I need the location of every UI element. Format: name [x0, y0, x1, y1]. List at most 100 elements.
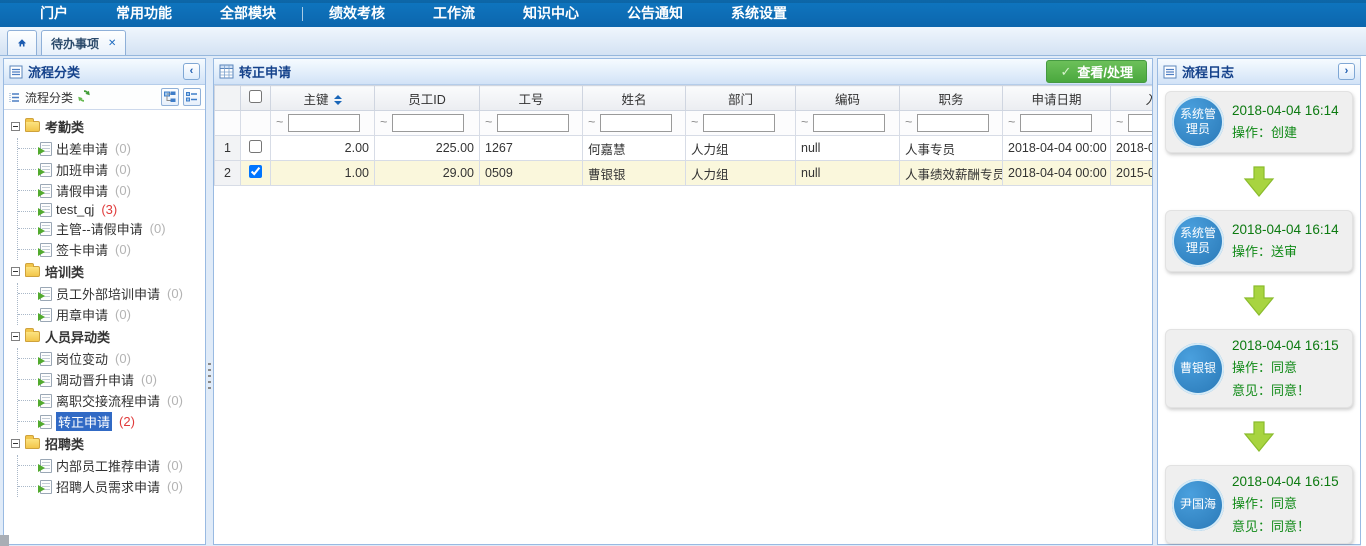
cell: 何嘉慧 — [583, 136, 686, 161]
filter-input-5[interactable] — [813, 114, 885, 132]
refresh-icon[interactable] — [77, 89, 91, 106]
tree-item[interactable]: 离职交接流程申请(0) — [18, 390, 203, 411]
log-action-line: 意见：同意！ — [1232, 380, 1346, 399]
column-header[interactable]: 编码 — [796, 86, 900, 111]
collapse-minus-icon[interactable] — [11, 267, 20, 276]
process-tree: 考勤类出差申请(0)加班申请(0)请假申请(0)test_qj(3)主管--请假… — [4, 110, 205, 502]
select-all-checkbox[interactable] — [249, 90, 262, 103]
document-arrow-icon — [40, 308, 52, 322]
log-action-line: 操作：送审 — [1232, 241, 1346, 260]
cell: 1267 — [480, 136, 583, 161]
column-header[interactable]: 工号 — [480, 86, 583, 111]
process-category-panel: 流程分类 ‹ 流程分类 — [3, 58, 206, 545]
filter-input-8[interactable] — [1128, 114, 1152, 132]
document-arrow-icon — [40, 222, 52, 236]
header-row: 主键员工ID 工号 姓名部门编码职务申请日期 入职日期 — [215, 86, 1153, 111]
column-header-label: 工号 — [518, 93, 543, 107]
tree-children: 员工外部培训申请(0)用章申请(0) — [17, 283, 203, 325]
home-icon — [17, 36, 27, 50]
column-header[interactable]: 员工ID — [375, 86, 480, 111]
arrow-down-icon — [1242, 285, 1276, 316]
tree-item[interactable]: 签卡申请(0) — [18, 239, 203, 260]
tree-item[interactable]: 内部员工推荐申请(0) — [18, 455, 203, 476]
table-row[interactable]: 21.0029.000509曹银银人力组null人事绩效薪酬专员2018-04-… — [215, 161, 1153, 186]
document-arrow-icon — [40, 287, 52, 301]
tree-item-label: 内部员工推荐申请 — [56, 456, 160, 475]
column-header[interactable]: 主键 — [271, 86, 375, 111]
nav-item-0[interactable]: 门户 — [16, 0, 92, 27]
collapse-minus-icon[interactable] — [11, 332, 20, 341]
column-header[interactable]: 部门 — [686, 86, 796, 111]
filter-range-label: ~ — [380, 115, 387, 129]
filter-input-3[interactable] — [600, 114, 672, 132]
tree-category[interactable]: 招聘类 — [6, 432, 203, 455]
nav-item-2[interactable]: 全部模块 — [196, 0, 300, 27]
column-header-label: 入职日期 — [1145, 93, 1152, 107]
row-number: 1 — [215, 136, 241, 161]
tree-item[interactable]: 调动晋升申请(0) — [18, 369, 203, 390]
collapse-left-icon[interactable]: ‹ — [183, 63, 200, 80]
tree-item-label: 签卡申请 — [56, 240, 108, 259]
tree-category[interactable]: 人员异动类 — [6, 325, 203, 348]
tab-todo-items[interactable]: 待办事项 ✕ — [41, 30, 126, 55]
filter-input-0[interactable] — [288, 114, 360, 132]
tree-item[interactable]: 请假申请(0) — [18, 180, 203, 201]
tree-item[interactable]: 加班申请(0) — [18, 159, 203, 180]
cell: 人力组 — [686, 161, 796, 186]
nav-item-7[interactable]: 系统设置 — [707, 0, 811, 27]
collapse-minus-icon[interactable] — [11, 439, 20, 448]
row-checkbox[interactable] — [249, 140, 262, 153]
tree-item[interactable]: test_qj(3) — [18, 201, 203, 218]
log-step-separator — [1165, 408, 1353, 465]
collapse-tree-icon[interactable] — [183, 88, 201, 106]
filter-input-4[interactable] — [703, 114, 775, 132]
tree-category[interactable]: 考勤类 — [6, 115, 203, 138]
collapse-right-icon[interactable]: › — [1338, 63, 1355, 80]
tree-item[interactable]: 转正申请(2) — [18, 411, 203, 432]
filter-input-1[interactable] — [392, 114, 464, 132]
document-arrow-icon — [40, 352, 52, 366]
expand-tree-icon[interactable] — [161, 88, 179, 106]
tree-item[interactable]: 招聘人员需求申请(0) — [18, 476, 203, 497]
item-count-badge: (0) — [115, 183, 131, 198]
collapse-minus-icon[interactable] — [11, 122, 20, 131]
cell: 2018-04-04 00:00 — [1003, 136, 1111, 161]
nav-item-6[interactable]: 公告通知 — [603, 0, 707, 27]
tab-label: 待办事项 — [51, 35, 99, 52]
avatar: 系统管理员 — [1172, 215, 1224, 267]
tree-item[interactable]: 用章申请(0) — [18, 304, 203, 325]
panel-splitter[interactable] — [206, 58, 213, 545]
filter-input-6[interactable] — [917, 114, 989, 132]
filter-input-7[interactable] — [1020, 114, 1092, 132]
tree-item[interactable]: 员工外部培训申请(0) — [18, 283, 203, 304]
resize-grip[interactable] — [0, 535, 9, 546]
nav-item-5[interactable]: 知识中心 — [499, 0, 603, 27]
column-header[interactable]: 申请日期 — [1003, 86, 1111, 111]
row-checkbox[interactable] — [249, 165, 262, 178]
select-all-header — [241, 86, 271, 111]
filter-cell: ~ — [375, 111, 480, 136]
grid-viewport: 主键员工ID工号姓名部门编码职务申请日期入职日期~~~~~~~~~12.0022… — [214, 85, 1152, 521]
tree-item[interactable]: 出差申请(0) — [18, 138, 203, 159]
cell: 1.00 — [271, 161, 375, 186]
log-action-line: 操作：同意 — [1232, 357, 1346, 376]
top-nav: 门户常用功能全部模块绩效考核工作流知识中心公告通知系统设置 — [0, 0, 1366, 27]
filter-input-2[interactable] — [497, 114, 569, 132]
tree-item[interactable]: 岗位变动(0) — [18, 348, 203, 369]
nav-item-4[interactable]: 工作流 — [409, 0, 499, 27]
column-header[interactable]: 职务 — [900, 86, 1003, 111]
nav-item-3[interactable]: 绩效考核 — [305, 0, 409, 27]
view-process-button[interactable]: ✓ 查看/处理 — [1046, 60, 1147, 83]
item-count-badge: (3) — [101, 202, 117, 217]
tree-category[interactable]: 培训类 — [6, 260, 203, 283]
close-icon[interactable]: ✕ — [108, 38, 116, 49]
column-header[interactable]: 姓名 — [583, 86, 686, 111]
tab-home[interactable] — [7, 30, 37, 55]
nav-item-1[interactable]: 常用功能 — [92, 0, 196, 27]
tree-item[interactable]: 主管--请假申请(0) — [18, 218, 203, 239]
column-header[interactable]: 入职日期 — [1111, 86, 1153, 111]
item-count-badge: (2) — [119, 414, 135, 429]
sort-icon[interactable] — [334, 95, 342, 105]
table-row[interactable]: 12.00225.001267何嘉慧人力组null人事专员2018-04-04 … — [215, 136, 1153, 161]
filter-range-label: ~ — [691, 115, 698, 129]
